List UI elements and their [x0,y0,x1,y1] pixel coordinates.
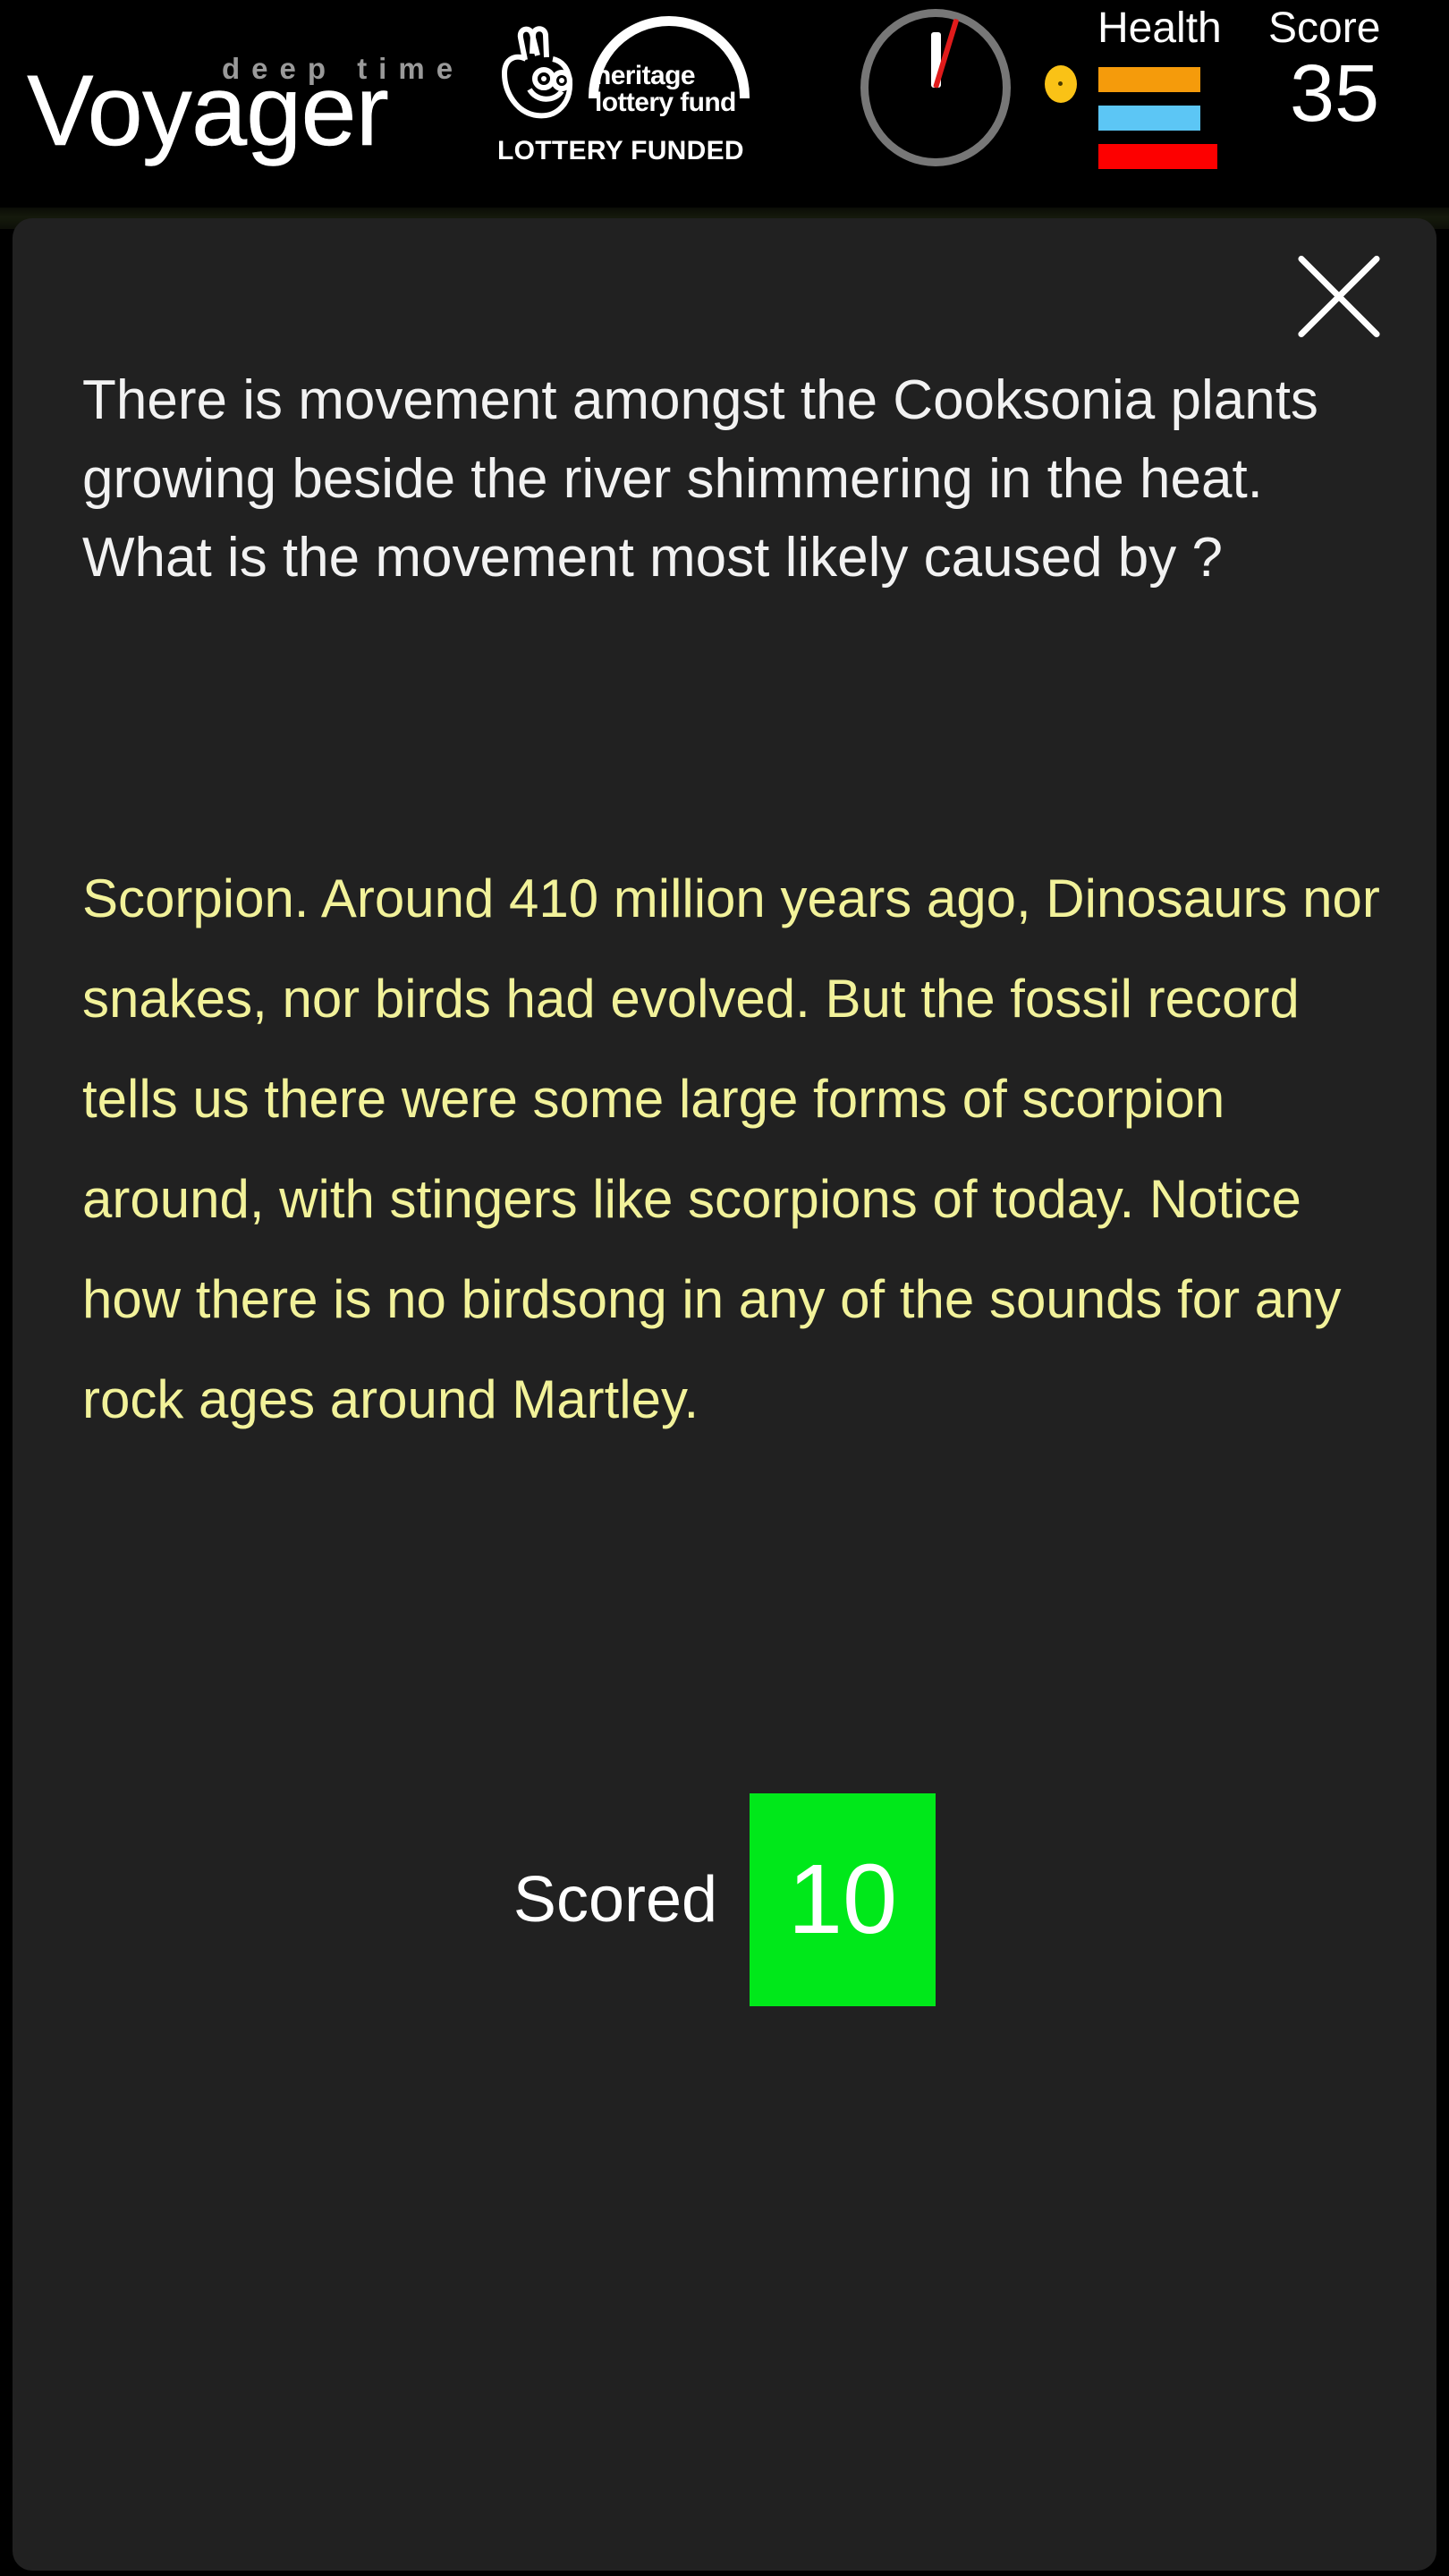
brand-title: Voyager [27,55,389,166]
health-bar-orange [1098,67,1200,92]
funder-logo-row: heritage lottery fund [490,11,758,132]
question-text: There is movement amongst the Cooksonia … [82,369,1318,589]
hlf-name: heritage lottery fund [595,63,736,116]
lottery-funder-logo: heritage lottery fund LOTTERY FUNDED [490,11,758,190]
question-answer-overlay: There is movement amongst the Cooksonia … [13,218,1436,2571]
score-label: Score [1268,4,1381,52]
score-value: 35 [1290,49,1380,139]
close-icon[interactable] [1281,238,1397,354]
health-bar-red [1098,144,1217,169]
brand-logo: deep time Voyager [27,7,474,186]
health-bar-blue [1098,106,1200,131]
answer-text: Scorpion. Around 410 million years ago, … [82,869,1380,1429]
scored-badge: 10 [750,1793,936,2006]
game-header-bar: deep time Voyager heritage lottery fund … [0,0,1449,208]
hlf-name-line2: lottery fund [595,88,736,117]
game-screen: deep time Voyager heritage lottery fund … [0,0,1449,2576]
crossed-fingers-icon [501,26,573,119]
hlf-name-line1: heritage [595,61,696,90]
scored-value: 10 [787,1844,898,1954]
player-marker-icon [1045,65,1077,103]
lottery-funded-strapline: LOTTERY FUNDED [497,136,744,165]
scored-row: Scored 10 [13,1792,1436,2007]
health-label: Health [1097,4,1222,52]
heritage-lottery-fund-mark: heritage lottery fund [589,16,750,127]
clock-gauge-icon [860,9,1011,166]
scored-label: Scored [513,1864,718,1936]
